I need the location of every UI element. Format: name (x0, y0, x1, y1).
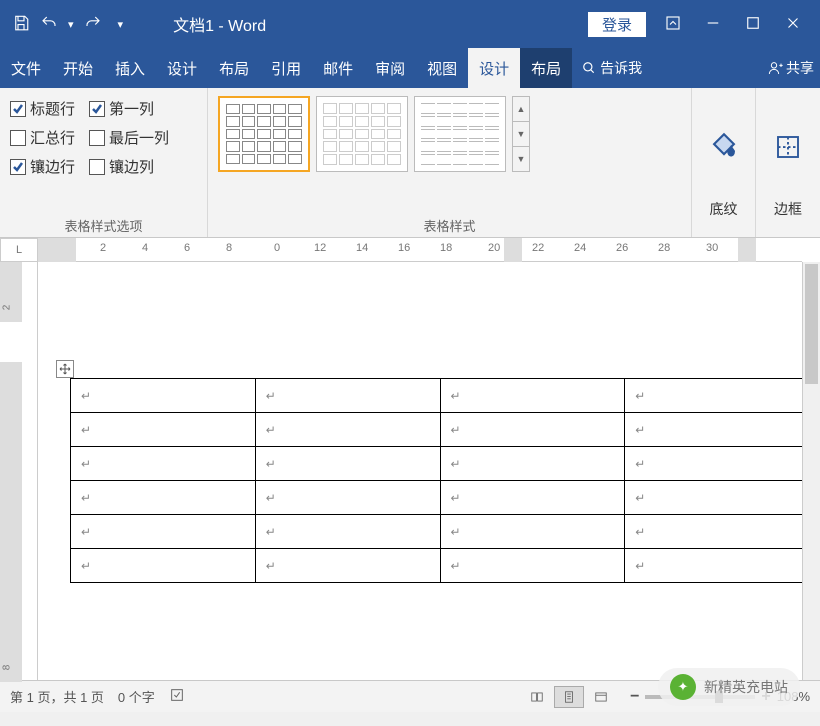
table-move-handle[interactable] (56, 360, 74, 378)
quick-access-toolbar: ▾ ▾ (12, 14, 123, 35)
view-web[interactable] (586, 686, 616, 708)
style-plain-2[interactable] (414, 96, 506, 172)
save-icon[interactable] (12, 14, 30, 35)
login-button[interactable]: 登录 (588, 12, 646, 37)
undo-icon[interactable] (40, 14, 58, 35)
share-button[interactable]: 共享 (762, 48, 820, 88)
close-icon[interactable] (784, 14, 802, 35)
tab-file[interactable]: 文件 (0, 48, 52, 88)
table-row: ↵↵↵↵ (71, 413, 810, 447)
ruler-horizontal[interactable]: L 2 4 6 8 0 12 14 16 18 20 22 24 26 28 3… (38, 238, 802, 262)
style-plain-1[interactable] (316, 96, 408, 172)
title-bar: ▾ ▾ 文档1 - Word 登录 (0, 0, 820, 48)
page[interactable]: ↵↵↵↵ ↵↵↵↵ ↵↵↵↵ ↵↵↵↵ ↵↵↵↵ ↵↵↵↵ (48, 268, 802, 680)
tab-review[interactable]: 审阅 (364, 48, 416, 88)
table-row: ↵↵↵↵ (71, 549, 810, 583)
tab-design[interactable]: 设计 (156, 48, 208, 88)
tab-layout[interactable]: 布局 (208, 48, 260, 88)
tab-references[interactable]: 引用 (260, 48, 312, 88)
view-print[interactable] (554, 686, 584, 708)
tab-selector[interactable]: L (0, 238, 38, 262)
borders-icon (773, 94, 803, 199)
group-label: 表格样式选项 (10, 212, 197, 237)
tab-table-layout[interactable]: 布局 (520, 48, 572, 88)
view-buttons (522, 686, 616, 708)
status-page[interactable]: 第 1 页，共 1 页 (10, 687, 104, 706)
watermark: ✦ 新精英充电站 (658, 668, 800, 706)
ribbon-tabs: 文件 开始 插入 设计 布局 引用 邮件 审阅 视图 设计 布局 告诉我 共享 (0, 48, 820, 88)
table-row: ↵↵↵↵ (71, 447, 810, 481)
minimize-icon[interactable] (704, 14, 722, 35)
table-row: ↵↵↵↵ (71, 481, 810, 515)
group-label: 表格样式 (218, 212, 681, 237)
check-total-row[interactable]: 汇总行 (10, 127, 75, 148)
view-read[interactable] (522, 686, 552, 708)
style-grid[interactable] (218, 96, 310, 172)
tab-mailings[interactable]: 邮件 (312, 48, 364, 88)
maximize-icon[interactable] (744, 14, 762, 35)
table-row: ↵↵↵↵ (71, 515, 810, 549)
window-controls (658, 14, 808, 35)
document-area: L 2 4 6 8 0 12 14 16 18 20 22 24 26 28 3… (0, 238, 820, 680)
scrollbar-vertical[interactable] (802, 262, 820, 680)
check-banded-row[interactable]: 镶边行 (10, 156, 75, 177)
redo-icon[interactable] (84, 14, 102, 35)
status-proofing-icon[interactable] (169, 687, 185, 706)
gallery-scroll[interactable]: ▲▼▼ (512, 96, 530, 172)
check-first-col[interactable]: 第一列 (89, 98, 154, 119)
group-borders[interactable]: 边框 (756, 88, 820, 237)
undo-more-icon[interactable]: ▾ (68, 18, 74, 31)
check-header-row[interactable]: 标题行 (10, 98, 75, 119)
status-words[interactable]: 0 个字 (118, 687, 155, 706)
ribbon: 标题行 第一列 汇总行 最后一列 镶边行 镶边列 表格样式选项 (0, 88, 820, 238)
tab-insert[interactable]: 插入 (104, 48, 156, 88)
wechat-icon: ✦ (670, 674, 696, 700)
window-title: 文档1 - Word (123, 12, 588, 36)
check-banded-col[interactable]: 镶边列 (89, 156, 154, 177)
ruler-vertical[interactable]: 2 8 (0, 262, 38, 680)
ribbon-options-icon[interactable] (664, 14, 682, 35)
tell-me[interactable]: 告诉我 (572, 48, 652, 88)
tab-table-design[interactable]: 设计 (468, 48, 520, 88)
check-last-col[interactable]: 最后一列 (89, 127, 169, 148)
tab-view[interactable]: 视图 (416, 48, 468, 88)
group-table-styles: ▲▼▼ 表格样式 (208, 88, 692, 237)
document-table[interactable]: ↵↵↵↵ ↵↵↵↵ ↵↵↵↵ ↵↵↵↵ ↵↵↵↵ ↵↵↵↵ (70, 378, 810, 583)
group-shading[interactable]: 底纹 (692, 88, 756, 237)
tab-home[interactable]: 开始 (52, 48, 104, 88)
table-row: ↵↵↵↵ (71, 379, 810, 413)
zoom-out[interactable]: − (630, 688, 639, 706)
shading-icon (707, 94, 741, 199)
group-style-options: 标题行 第一列 汇总行 最后一列 镶边行 镶边列 表格样式选项 (0, 88, 208, 237)
